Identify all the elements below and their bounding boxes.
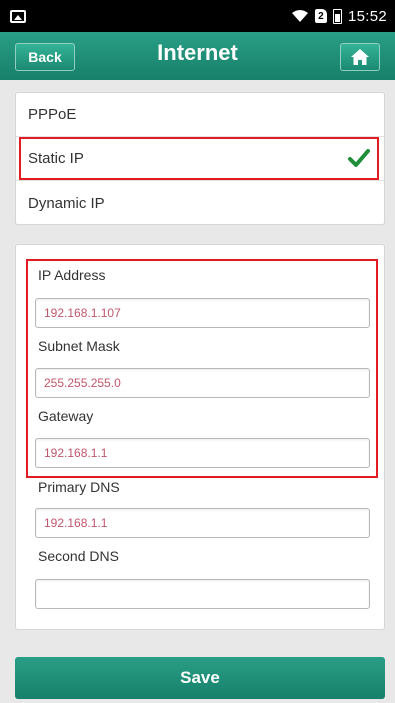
mode-item-pppoe[interactable]: PPPoE: [16, 93, 384, 137]
ip-address-label: IP Address: [38, 267, 106, 283]
home-icon: [351, 49, 369, 65]
subnet-mask-field[interactable]: 255.255.255.0: [35, 368, 370, 398]
sim-icon: 2: [314, 9, 327, 23]
mode-item-label: Dynamic IP: [28, 194, 105, 212]
second-dns-label: Second DNS: [38, 548, 119, 564]
second-dns-field[interactable]: [35, 579, 370, 609]
battery-icon: [332, 8, 342, 24]
checkmark-icon: [348, 149, 370, 167]
gateway-field[interactable]: 192.168.1.1: [35, 438, 370, 468]
image-icon: [10, 9, 26, 23]
wifi-icon: [291, 10, 308, 22]
mode-item-dynamic-ip[interactable]: Dynamic IP: [16, 181, 384, 225]
app-header: Back Internet: [0, 32, 395, 80]
primary-dns-field[interactable]: 192.168.1.1: [35, 508, 370, 538]
subnet-mask-label: Subnet Mask: [38, 338, 120, 354]
mode-item-label: PPPoE: [28, 106, 77, 123]
primary-dns-label: Primary DNS: [38, 479, 120, 495]
mode-item-static-ip[interactable]: Static IP: [16, 137, 384, 181]
connection-mode-list: PPPoE Static IP Dynamic IP: [15, 92, 385, 225]
status-time: 15:52: [347, 7, 387, 25]
status-bar: 2 15:52: [0, 0, 395, 32]
home-button[interactable]: [340, 43, 380, 71]
ip-address-field[interactable]: 192.168.1.107: [35, 298, 370, 328]
page-title: Internet: [157, 40, 238, 65]
gateway-label: Gateway: [38, 408, 94, 424]
mode-item-label: Static IP: [28, 150, 84, 167]
save-button[interactable]: Save: [15, 657, 385, 699]
ip-settings-form: IP Address 192.168.1.107 Subnet Mask 255…: [15, 244, 385, 630]
